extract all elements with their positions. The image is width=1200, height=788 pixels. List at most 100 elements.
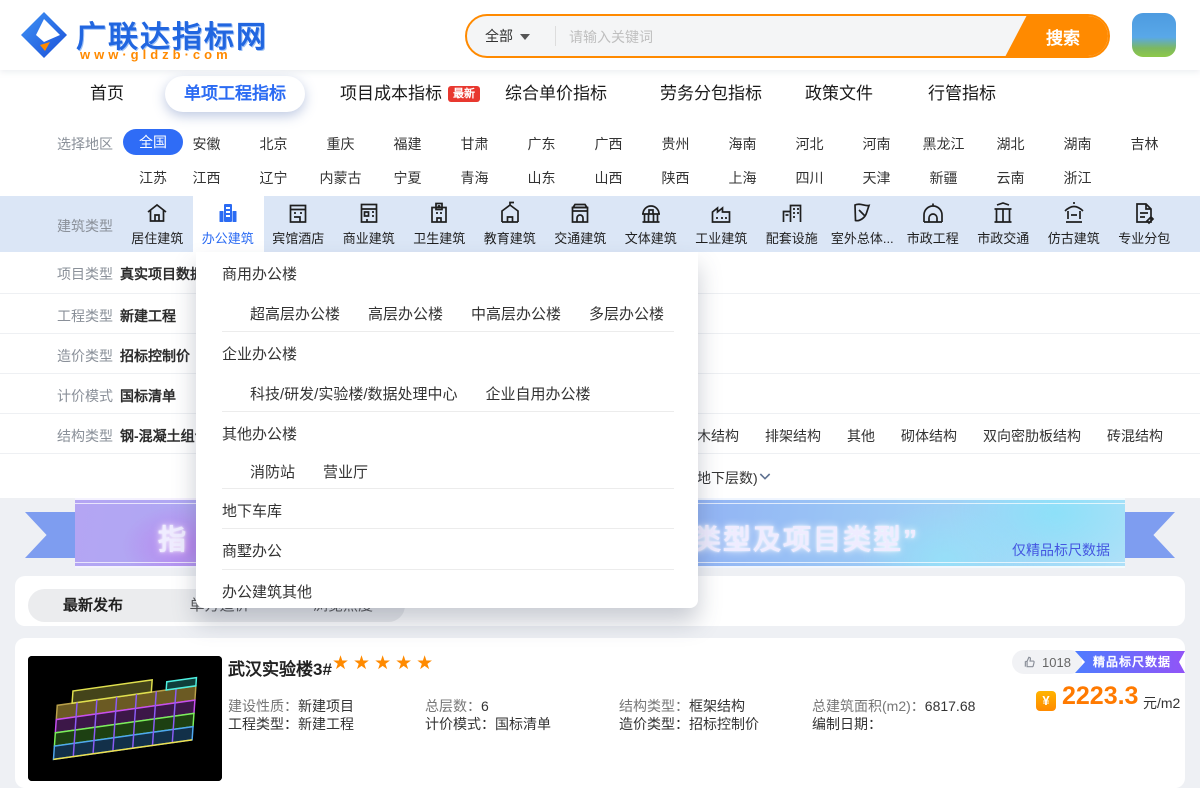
region-item[interactable]: 重庆 [307, 134, 374, 154]
region-item[interactable]: 山西 [575, 168, 642, 188]
dd-group-other-office[interactable]: 其他办公楼 [222, 423, 297, 444]
region-item[interactable]: 甘肃 [441, 134, 508, 154]
avatar[interactable] [1132, 13, 1176, 57]
filter-value[interactable]: 新建工程 [120, 306, 176, 326]
region-item[interactable]: 内蒙古 [307, 168, 374, 188]
region-item[interactable]: 辽宁 [240, 168, 307, 188]
region-item[interactable]: 青海 [441, 168, 508, 188]
dd-group-enterprise-office[interactable]: 企业办公楼 [222, 343, 297, 364]
search-bar: 全部 搜索 [465, 14, 1110, 58]
building-type-hotel[interactable]: 宾馆酒店 [263, 196, 334, 252]
building-type-outdoor[interactable]: 室外总体... [827, 196, 898, 252]
search-button[interactable]: 搜索 [1005, 16, 1108, 56]
project-title[interactable]: 武汉实验楼3# [228, 655, 332, 680]
region-item[interactable]: 北京 [240, 134, 307, 154]
dd-option[interactable]: 超高层办公楼 [250, 303, 340, 324]
region-item[interactable]: 河南 [843, 134, 910, 154]
building-type-municipal-traffic[interactable]: 市政交通 [968, 196, 1039, 252]
building-type-subcontract[interactable]: 专业分包 [1109, 196, 1180, 252]
dd-group-commercial-office[interactable]: 商用办公楼 [222, 263, 297, 284]
building-type-health[interactable]: 卫生建筑 [404, 196, 475, 252]
region-item[interactable]: 黑龙江 [910, 134, 977, 154]
building-type-facilities[interactable]: 配套设施 [757, 196, 828, 252]
contract-icon [1136, 203, 1155, 225]
structure-option[interactable]: 双向密肋板结构 [983, 426, 1081, 446]
hotel-icon [289, 204, 307, 223]
nav-item-policy-files[interactable]: 政策文件 [805, 70, 873, 118]
dd-option[interactable]: 企业自用办公楼 [486, 383, 591, 404]
tab-latest[interactable]: 最新发布 [28, 589, 158, 622]
building-type-antique[interactable]: 仿古建筑 [1039, 196, 1110, 252]
structure-option[interactable]: 排架结构 [765, 426, 821, 446]
more-filters-toggle[interactable]: 地下层数) [697, 468, 758, 488]
search-input[interactable] [567, 16, 971, 56]
region-item[interactable]: 海南 [709, 134, 776, 154]
region-item[interactable]: 福建 [374, 134, 441, 154]
region-item[interactable]: 新疆 [910, 168, 977, 188]
facility-icon [782, 204, 802, 222]
region-item[interactable]: 河北 [776, 134, 843, 154]
region-item[interactable]: 吉林 [1111, 134, 1178, 154]
building-type-residential[interactable]: 居住建筑 [122, 196, 193, 252]
region-item[interactable]: 四川 [776, 168, 843, 188]
chevron-down-icon[interactable] [757, 468, 773, 484]
dd-group-office-other[interactable]: 办公建筑其他 [222, 581, 312, 602]
region-item[interactable]: 浙江 [1044, 168, 1111, 188]
nav-item-labor-subcontract-index[interactable]: 劳务分包指标 [660, 70, 762, 118]
filter-value[interactable]: 真实项目数据 [120, 264, 204, 284]
region-item[interactable]: 贵州 [642, 134, 709, 154]
nav-item-unit-project-index-active[interactable]: 单项工程指标 [165, 76, 305, 112]
nav-item-admin-index[interactable]: 行管指标 [928, 70, 996, 118]
dd-option[interactable]: 营业厅 [323, 461, 368, 482]
region-item[interactable]: 江西 [173, 168, 240, 188]
project-thumbnail[interactable] [28, 656, 222, 781]
like-button[interactable]: 1018 [1012, 650, 1082, 674]
dd-option[interactable]: 高层办公楼 [368, 303, 443, 324]
region-item[interactable]: 山东 [508, 168, 575, 188]
region-item[interactable]: 湖南 [1044, 134, 1111, 154]
dd-group-shangshu-office[interactable]: 商墅办公 [222, 540, 282, 561]
region-item[interactable]: 上海 [709, 168, 776, 188]
chevron-down-icon [520, 34, 530, 41]
nav-item-home[interactable]: 首页 [90, 70, 124, 118]
thumbs-up-icon [1024, 656, 1035, 668]
nav-item-project-cost-index[interactable]: 项目成本指标 最新 [340, 70, 480, 118]
dd-option[interactable]: 科技/研发/实验楼/数据处理中心 [250, 383, 458, 404]
region-item[interactable]: 广东 [508, 134, 575, 154]
region-item[interactable]: 安徽 [173, 134, 240, 154]
region-item[interactable]: 湖北 [977, 134, 1044, 154]
banner-note: 仅精品标尺数据 [1012, 542, 1110, 558]
dd-option[interactable]: 中高层办公楼 [471, 303, 561, 324]
field-engineering-type: 工程类型：新建工程 [228, 716, 354, 732]
nav-item-composite-price-index[interactable]: 综合单价指标 [505, 70, 607, 118]
region-item[interactable]: 陕西 [642, 168, 709, 188]
building-type-culture-sports[interactable]: 文体建筑 [616, 196, 687, 252]
search-category-dropdown[interactable]: 全部 [485, 16, 530, 56]
building-type-commercial[interactable]: 商业建筑 [334, 196, 405, 252]
divider [222, 331, 674, 332]
dd-option[interactable]: 多层办公楼 [589, 303, 664, 324]
building-type-industrial[interactable]: 工业建筑 [686, 196, 757, 252]
structure-option[interactable]: 木结构 [697, 426, 739, 446]
factory-icon [711, 206, 731, 223]
building-type-office-selected[interactable]: 办公建筑 [193, 196, 264, 252]
field-structure-type: 结构类型：框架结构 [619, 698, 745, 714]
region-selector: 选择地区 全国 安徽 北京 重庆 福建 甘肃 广东 广西 贵州 海南 河北 河南… [0, 118, 1200, 196]
region-item[interactable]: 天津 [843, 168, 910, 188]
filter-value[interactable]: 国标清单 [120, 386, 176, 406]
building-type-transport[interactable]: 交通建筑 [545, 196, 616, 252]
region-item[interactable]: 云南 [977, 168, 1044, 188]
dd-option[interactable]: 消防站 [250, 461, 295, 482]
building-type-municipal-eng[interactable]: 市政工程 [898, 196, 969, 252]
building-type-education[interactable]: 教育建筑 [475, 196, 546, 252]
project-card[interactable]: 武汉实验楼3# ★★★★★ 建设性质：新建项目 总层数：6 结构类型：框架结构 … [15, 638, 1185, 788]
dd-group-underground-garage[interactable]: 地下车库 [222, 500, 282, 521]
region-item[interactable]: 宁夏 [374, 168, 441, 188]
field-pricing-mode: 计价模式：国标清单 [425, 716, 551, 732]
structure-option[interactable]: 其他 [847, 426, 875, 446]
region-item[interactable]: 广西 [575, 134, 642, 154]
structure-option[interactable]: 砖混结构 [1107, 426, 1163, 446]
banner-text-left: 指 [158, 524, 189, 555]
structure-option[interactable]: 砌体结构 [901, 426, 957, 446]
filter-value[interactable]: 招标控制价 [120, 346, 190, 366]
